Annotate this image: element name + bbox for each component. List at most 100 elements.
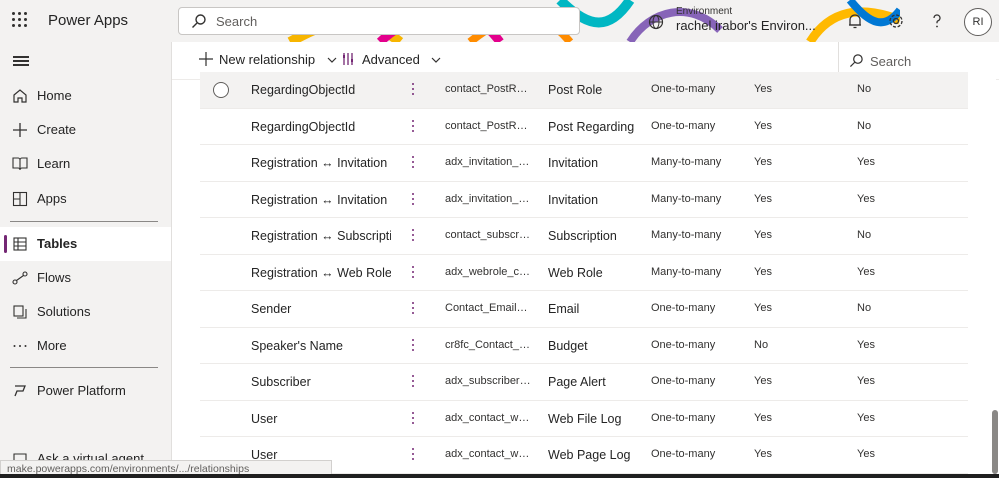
global-search-input[interactable]: Search [178, 7, 580, 35]
table-row[interactable]: Sender Contact_Email_EmailSender Email O… [200, 291, 968, 328]
nav-item-label: Flows [37, 270, 71, 285]
vertical-scrollbar[interactable] [992, 410, 998, 474]
flag-value: Yes [857, 265, 875, 278]
help-icon[interactable] [928, 12, 946, 30]
nav-item-solutions[interactable]: Solutions [0, 295, 171, 329]
relationship-type: One-to-many [651, 302, 716, 314]
row-more-options-icon[interactable] [411, 374, 415, 388]
global-search-placeholder: Search [216, 14, 258, 29]
plus-icon [199, 52, 213, 66]
related-table: Email [548, 302, 580, 316]
nav-item-learn[interactable]: Learn [0, 147, 171, 181]
environment-name: rachel irabor's Environ... [676, 18, 816, 33]
hamburger-menu-icon[interactable] [13, 56, 29, 66]
avatar[interactable]: RI [964, 8, 992, 36]
display-name[interactable]: Registration ↔ Web Role [251, 266, 391, 280]
relationship-type: One-to-many [651, 375, 716, 387]
flag-value: No [857, 119, 872, 132]
table-row[interactable]: Subscriber adx_subscribercontact Page Al… [200, 364, 968, 401]
table-row[interactable]: Speaker's Name cr8fc_Contact_Speaker Bud… [200, 328, 968, 364]
row-more-options-icon[interactable] [411, 119, 415, 133]
related-table: Post Regarding [548, 119, 635, 134]
display-name[interactable]: Speaker's Name [251, 339, 391, 353]
related-table: Web File Log [548, 411, 622, 426]
flag-value: Yes [754, 302, 772, 314]
top-bar: Power Apps Search Environment rachel ira… [0, 0, 999, 42]
nav-item-create[interactable]: Create [0, 113, 171, 147]
app-name[interactable]: Power Apps [48, 12, 128, 29]
table-row[interactable]: Registration ↔ Invitation adx_invitation… [200, 182, 968, 218]
display-name[interactable]: Registration ↔ Invitation [251, 156, 391, 170]
relationship-type: Many-to-many [651, 156, 722, 168]
row-more-options-icon[interactable] [411, 192, 415, 206]
flag-value: Yes [754, 83, 772, 95]
table-row[interactable]: RegardingObjectId contact_PostRegarding … [200, 109, 968, 145]
relationship-type: One-to-many [651, 411, 716, 424]
flag-value: Yes [754, 448, 772, 460]
row-more-options-icon[interactable] [411, 301, 415, 315]
advanced-button[interactable]: Advanced [342, 52, 441, 67]
home-icon [13, 89, 27, 103]
relationship-schema-name: adx_contact_webpagelog [445, 448, 531, 460]
row-more-options-icon[interactable] [411, 82, 415, 96]
flag-value: Yes [754, 119, 772, 132]
new-relationship-button[interactable]: New relationship [199, 52, 337, 67]
nav-item-label: Power Platform [37, 383, 126, 398]
related-table: Budget [548, 338, 588, 353]
display-name[interactable]: User [251, 412, 391, 426]
related-table: Invitation [548, 192, 599, 207]
flag-value: Yes [754, 375, 772, 387]
flag-value: Yes [754, 411, 772, 424]
flag-value: No [754, 338, 769, 351]
display-name[interactable]: Registration ↔ Subscription [251, 229, 391, 243]
row-more-options-icon[interactable] [411, 411, 415, 425]
flag-value: Yes [857, 338, 875, 351]
flag-value: No [857, 229, 872, 241]
nav-item-power-platform[interactable]: Power Platform [0, 374, 171, 408]
nav-item-tables[interactable]: Tables [0, 227, 171, 261]
nav-item-home[interactable]: Home [0, 79, 171, 113]
window-bottom-edge [0, 474, 999, 478]
table-row[interactable]: User adx_contact_webfilelog Web File Log… [200, 401, 968, 437]
book-icon [12, 157, 28, 171]
nav-item-more[interactable]: More [0, 329, 171, 363]
row-more-options-icon[interactable] [411, 155, 415, 169]
table-row[interactable]: Registration ↔ Invitation adx_invitation… [200, 145, 968, 182]
plus-icon [13, 123, 27, 137]
table-row[interactable]: Registration ↔ Subscription contact_subs… [200, 218, 968, 255]
flag-value: Yes [857, 192, 875, 205]
display-name[interactable]: RegardingObjectId [251, 83, 391, 97]
bell-icon[interactable] [846, 12, 864, 30]
app-launcher-icon[interactable] [12, 12, 28, 28]
flag-value: Yes [754, 156, 772, 168]
relationship-schema-name: contact_PostRegarding [445, 119, 531, 132]
nav-item-apps[interactable]: Apps [0, 182, 171, 216]
flag-value: Yes [857, 448, 875, 460]
flag-value: No [857, 83, 872, 95]
chevron-down-icon [432, 57, 441, 63]
chevron-down-icon [327, 57, 337, 63]
gear-icon[interactable] [887, 12, 905, 30]
environment-picker[interactable]: Environment rachel irabor's Environ... [648, 6, 818, 38]
row-more-options-icon[interactable] [411, 265, 415, 279]
power-platform-icon [14, 385, 26, 397]
row-more-options-icon[interactable] [411, 447, 415, 461]
row-more-options-icon[interactable] [411, 228, 415, 242]
relationship-schema-name: cr8fc_Contact_Speaker [445, 338, 531, 351]
display-name[interactable]: Sender [251, 302, 391, 316]
table-row[interactable]: RegardingObjectId contact_PostRoles Post… [200, 72, 968, 109]
flag-value: Yes [754, 265, 772, 278]
row-select-radio[interactable] [213, 82, 229, 98]
display-name[interactable]: Registration ↔ Invitation [251, 193, 391, 207]
display-name[interactable]: Subscriber [251, 375, 391, 389]
display-name[interactable]: RegardingObjectId [251, 120, 391, 134]
related-table: Invitation [548, 156, 599, 170]
flow-icon [12, 271, 28, 285]
relationship-schema-name: adx_webrole_contact [445, 265, 531, 278]
table-row[interactable]: Registration ↔ Web Role adx_webrole_cont… [200, 255, 968, 291]
row-more-options-icon[interactable] [411, 338, 415, 352]
relationship-type: One-to-many [651, 83, 716, 95]
environment-icon [648, 14, 664, 30]
new-relationship-label: New relationship [219, 52, 316, 67]
nav-item-flows[interactable]: Flows [0, 261, 171, 295]
